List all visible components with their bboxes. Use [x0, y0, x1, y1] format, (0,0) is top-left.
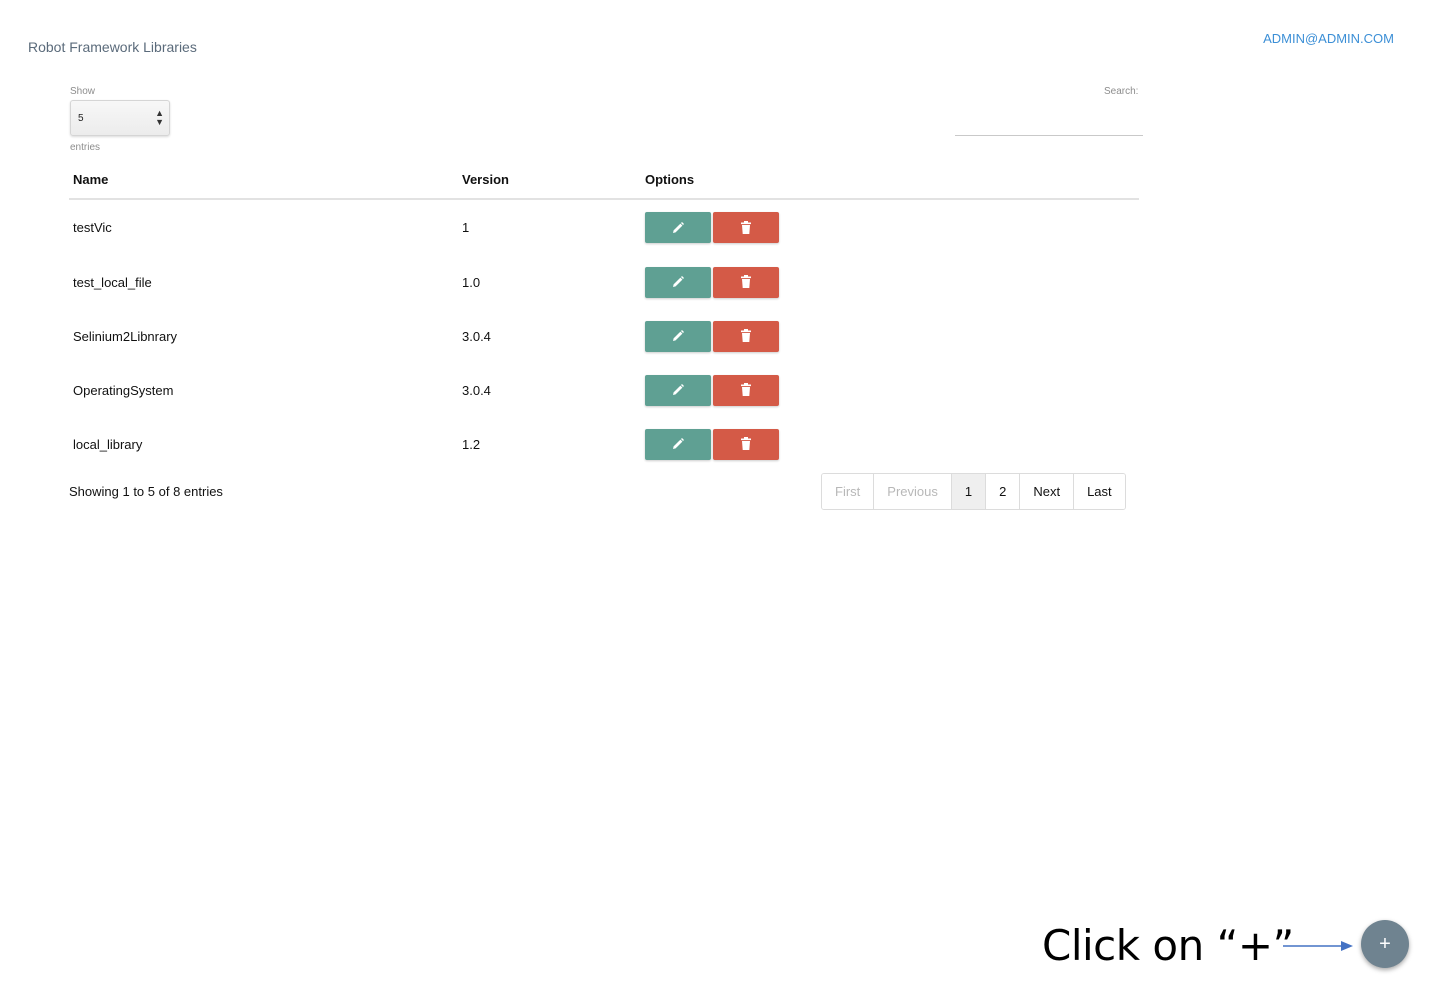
- pagination-page-2[interactable]: 2: [985, 474, 1020, 509]
- edit-button[interactable]: [645, 266, 711, 298]
- table-info: Showing 1 to 5 of 8 entries: [69, 484, 223, 499]
- library-version-cell: 1.0: [462, 274, 481, 290]
- options-cell: [641, 309, 1139, 363]
- library-version-cell: 1.2: [462, 436, 481, 452]
- edit-button[interactable]: [645, 320, 711, 352]
- pagination-first[interactable]: First: [822, 474, 874, 509]
- delete-button[interactable]: [713, 320, 779, 352]
- library-version-cell: 3.0.4: [462, 382, 491, 398]
- table-row: testVic 1: [69, 199, 1139, 255]
- pencil-icon: [673, 384, 684, 395]
- library-version-cell: 1: [462, 220, 470, 235]
- pencil-icon: [673, 438, 684, 449]
- arrow-right-icon: [1283, 941, 1353, 951]
- library-name-cell: local_library: [73, 436, 143, 452]
- table-row: Selinium2Libnrary 3.0.4: [69, 309, 1139, 363]
- pencil-icon: [673, 330, 684, 341]
- edit-button[interactable]: [645, 428, 711, 460]
- pencil-icon: [673, 221, 684, 233]
- edit-button[interactable]: [645, 374, 711, 406]
- table-body: testVic 1 test_local_file 1.0 Selinium2L…: [69, 199, 1139, 471]
- delete-button[interactable]: [713, 428, 779, 460]
- page: Robot Framework Libraries ADMIN@ADMIN.CO…: [0, 0, 1444, 1006]
- options-cell: [641, 199, 1139, 255]
- libraries-table: Name Version Options testVic 1 test_loca…: [69, 160, 1139, 471]
- entries-length-select[interactable]: 5 ▲ ▼: [70, 100, 170, 136]
- table-row: OperatingSystem 3.0.4: [69, 363, 1139, 417]
- pagination-last[interactable]: Last: [1073, 474, 1125, 509]
- select-arrows-icon: ▲ ▼: [155, 108, 164, 127]
- table-header-row: Name Version Options: [69, 160, 1139, 200]
- trash-icon: [741, 329, 751, 342]
- table-row: local_library 1.2: [69, 417, 1139, 471]
- instruction-text: Click on “+”: [1042, 921, 1294, 970]
- library-version-cell: 3.0.4: [462, 328, 491, 344]
- edit-button[interactable]: [645, 212, 711, 243]
- search-label: Search:: [1104, 86, 1139, 97]
- delete-button[interactable]: [713, 266, 779, 298]
- delete-button[interactable]: [713, 374, 779, 406]
- search-input[interactable]: [955, 104, 1143, 136]
- options-cell: [641, 363, 1139, 417]
- library-name-cell: test_local_file: [73, 274, 152, 290]
- delete-button[interactable]: [713, 212, 779, 243]
- trash-icon: [741, 275, 751, 288]
- column-header-version[interactable]: Version: [458, 160, 641, 200]
- options-cell: [641, 417, 1139, 471]
- library-name-cell: OperatingSystem: [73, 382, 174, 398]
- library-name-cell: Selinium2Libnrary: [73, 328, 178, 344]
- library-name-cell: testVic: [73, 220, 112, 235]
- table-row: test_local_file 1.0: [69, 255, 1139, 309]
- user-account-link[interactable]: ADMIN@ADMIN.COM: [1263, 31, 1394, 46]
- brand-title[interactable]: Robot Framework Libraries: [28, 39, 197, 55]
- column-header-options: Options: [641, 160, 1139, 200]
- add-library-button[interactable]: +: [1361, 920, 1409, 968]
- pagination-previous[interactable]: Previous: [873, 474, 951, 509]
- entries-label: entries: [70, 142, 101, 153]
- trash-icon: [741, 383, 751, 396]
- show-label: Show: [70, 86, 96, 97]
- trash-icon: [741, 437, 751, 450]
- entries-length-value: 5: [78, 112, 84, 124]
- pagination-page-1[interactable]: 1: [950, 474, 986, 509]
- pencil-icon: [673, 276, 684, 287]
- options-cell: [641, 255, 1139, 309]
- pagination-next[interactable]: Next: [1019, 474, 1074, 509]
- trash-icon: [741, 220, 751, 234]
- pagination: First Previous 1 2 Next Last: [821, 473, 1126, 510]
- column-header-name[interactable]: Name: [69, 160, 458, 200]
- libraries-table-wrapper: Name Version Options testVic 1 test_loca…: [69, 160, 1139, 471]
